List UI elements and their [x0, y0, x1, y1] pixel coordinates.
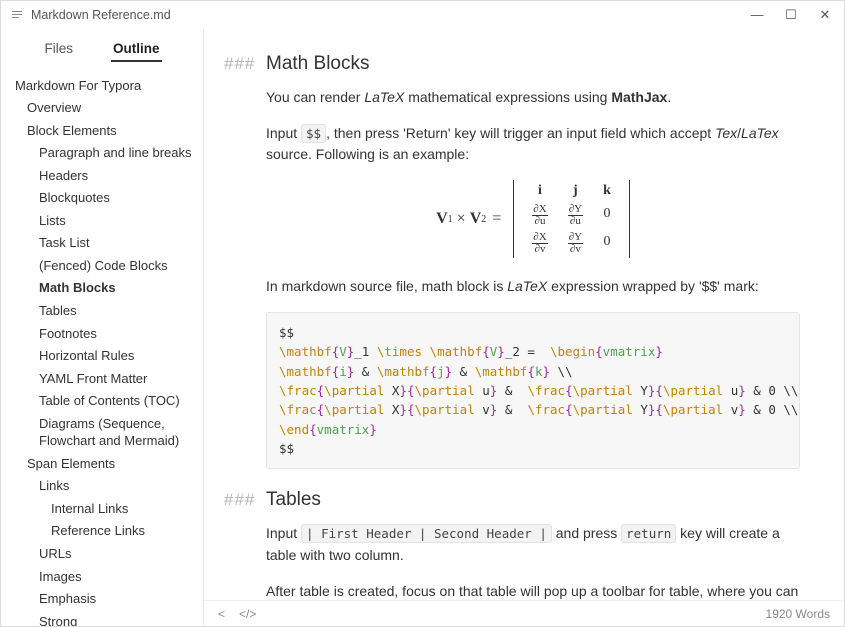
- text-latex: LaTeX: [364, 89, 404, 105]
- text: source. Following is an example:: [266, 146, 469, 162]
- text: mathematical expressions using: [404, 89, 611, 105]
- inline-code: $$: [301, 124, 326, 143]
- inline-code: | First Header | Second Header |: [301, 524, 552, 543]
- outline-item[interactable]: Images: [11, 565, 199, 588]
- outline-tree[interactable]: Markdown For TyporaOverviewBlock Element…: [1, 68, 203, 626]
- code-block[interactable]: $$ \mathbf{V}_1 \times \mathbf{V}_2 = \b…: [266, 312, 800, 470]
- math-i: i: [522, 182, 557, 200]
- paragraph: After table is created, focus on that ta…: [266, 581, 800, 600]
- text: , then press 'Return' key will trigger a…: [326, 125, 715, 141]
- heading-text: Math Blocks: [266, 53, 369, 75]
- outline-item[interactable]: Block Elements: [11, 119, 199, 142]
- h3-marker: ###: [224, 490, 266, 510]
- outline-item[interactable]: Diagrams (Sequence, Flowchart and Mermai…: [11, 412, 199, 452]
- math-den: ∂u: [569, 216, 582, 227]
- math-k: k: [593, 182, 621, 200]
- source-mode-button[interactable]: </>: [239, 607, 256, 621]
- outline-item[interactable]: Links: [11, 475, 199, 498]
- statusbar: < </> 1920 Words: [204, 600, 844, 626]
- math-zero: 0: [593, 200, 621, 228]
- outline-item[interactable]: Horizontal Rules: [11, 345, 199, 368]
- math-times: ×: [457, 210, 466, 228]
- outline-item[interactable]: Paragraph and line breaks: [11, 142, 199, 165]
- file-icon: [11, 9, 25, 21]
- text: expression wrapped by '$$' mark:: [547, 278, 759, 294]
- paragraph: Input $$, then press 'Return' key will t…: [266, 123, 800, 166]
- math-den: ∂v: [534, 244, 547, 255]
- text-latex: LaTex: [741, 125, 779, 141]
- outline-item[interactable]: Math Blocks: [11, 277, 199, 300]
- outline-item[interactable]: Strong: [11, 610, 199, 626]
- math-den: ∂u: [534, 216, 547, 227]
- math-display: V1 × V2 = ijk ∂X∂u ∂Y∂u 0: [266, 180, 800, 258]
- math-sub: 1: [448, 214, 453, 225]
- outline-item[interactable]: Reference Links: [11, 520, 199, 543]
- outline-item[interactable]: Lists: [11, 209, 199, 232]
- titlebar: Markdown Reference.md — ☐ ✕: [1, 1, 844, 29]
- tab-files[interactable]: Files: [42, 37, 75, 62]
- text: and press: [552, 525, 621, 541]
- math-j: j: [558, 182, 593, 200]
- math-eq: =: [492, 210, 501, 228]
- math-den: ∂v: [569, 244, 582, 255]
- math-determinant: ijk ∂X∂u ∂Y∂u 0 ∂X∂v ∂Y∂v 0: [513, 180, 630, 258]
- inline-code: return: [621, 524, 676, 543]
- text: Input: [266, 525, 301, 541]
- paragraph: Input | First Header | Second Header | a…: [266, 523, 800, 566]
- tab-outline[interactable]: Outline: [111, 37, 162, 62]
- outline-item[interactable]: Headers: [11, 164, 199, 187]
- paragraph: In markdown source file, math block is L…: [266, 276, 800, 298]
- math-v: V: [436, 210, 448, 228]
- math-zero: 0: [593, 228, 621, 256]
- paragraph: You can render LaTeX mathematical expres…: [266, 87, 800, 109]
- h3-marker: ###: [224, 54, 266, 74]
- outline-item[interactable]: Footnotes: [11, 322, 199, 345]
- heading-math-blocks: ### Math Blocks: [224, 53, 800, 75]
- outline-item[interactable]: (Fenced) Code Blocks: [11, 254, 199, 277]
- sidebar-tabs: Files Outline: [1, 29, 203, 68]
- outline-item[interactable]: YAML Front Matter: [11, 367, 199, 390]
- text: .: [667, 89, 671, 105]
- window-close-button[interactable]: ✕: [818, 7, 832, 23]
- outline-item[interactable]: Table of Contents (TOC): [11, 390, 199, 413]
- text-tex: Tex: [715, 125, 737, 141]
- text: You can render: [266, 89, 364, 105]
- heading-tables: ### Tables: [224, 489, 800, 511]
- outline-item[interactable]: Blockquotes: [11, 187, 199, 210]
- tab-title: Markdown Reference.md: [31, 8, 171, 22]
- back-button[interactable]: <: [218, 607, 225, 621]
- math-v: V: [470, 210, 482, 228]
- window-minimize-button[interactable]: —: [750, 7, 764, 23]
- text: Input: [266, 125, 301, 141]
- text: In markdown source file, math block is: [266, 278, 507, 294]
- math-sub: 2: [481, 214, 486, 225]
- outline-item[interactable]: Overview: [11, 97, 199, 120]
- text-latex: LaTeX: [507, 278, 547, 294]
- outline-item[interactable]: Internal Links: [11, 497, 199, 520]
- text-mathjax: MathJax: [611, 89, 667, 105]
- outline-item[interactable]: Span Elements: [11, 452, 199, 475]
- sidebar: Files Outline Markdown For TyporaOvervie…: [1, 29, 204, 626]
- outline-item[interactable]: Emphasis: [11, 588, 199, 611]
- outline-item[interactable]: Markdown For Typora: [11, 74, 199, 97]
- outline-item[interactable]: URLs: [11, 542, 199, 565]
- window-maximize-button[interactable]: ☐: [784, 7, 798, 23]
- heading-text: Tables: [266, 489, 321, 511]
- editor[interactable]: ### Math Blocks You can render LaTeX mat…: [204, 29, 844, 600]
- word-count: 1920 Words: [766, 607, 830, 621]
- outline-item[interactable]: Task List: [11, 232, 199, 255]
- outline-item[interactable]: Tables: [11, 299, 199, 322]
